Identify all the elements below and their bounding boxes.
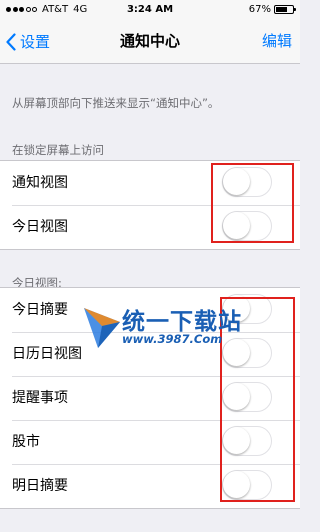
toggle-knob	[223, 471, 250, 498]
today-view-group: 今日摘要 日历日视图 提醒事项 股市 明日摘要	[0, 287, 300, 509]
tomorrow-summary-toggle[interactable]	[222, 470, 272, 500]
toggle-knob	[223, 383, 250, 410]
info-text: 从屏幕顶部向下推送来显示“通知中心”。	[12, 96, 220, 110]
battery-percent: 67%	[248, 4, 271, 15]
navigation-bar: 设置 通知中心 编辑	[0, 20, 300, 64]
lock-screen-group: 通知视图 今日视图	[0, 160, 300, 250]
row-label: 提醒事项	[12, 390, 68, 406]
list-item-today-view: 今日视图	[0, 205, 300, 249]
back-button-label: 设置	[20, 33, 51, 51]
edit-button[interactable]: 编辑	[262, 20, 292, 63]
toggle-knob	[223, 427, 250, 454]
section-header-lock-screen: 在锁定屏幕上访问	[12, 143, 104, 157]
stocks-toggle[interactable]	[222, 426, 272, 456]
calendar-day-view-toggle[interactable]	[222, 338, 272, 368]
list-item-notifications-view: 通知视图	[0, 161, 300, 205]
toggle-knob	[223, 295, 250, 322]
list-item-reminders: 提醒事项	[0, 376, 300, 420]
toggle-knob	[223, 168, 250, 195]
row-label: 明日摘要	[12, 478, 68, 494]
toggle-knob	[223, 339, 250, 366]
toggle-knob	[223, 212, 250, 239]
list-item-stocks: 股市	[0, 420, 300, 464]
row-label: 今日视图	[12, 219, 68, 235]
row-label: 股市	[12, 434, 40, 450]
back-button[interactable]: 设置	[6, 20, 50, 63]
row-label: 通知视图	[12, 175, 68, 191]
battery-icon	[274, 5, 296, 14]
status-bar: AT&T 4G 3:24 AM 67%	[0, 0, 300, 20]
today-summary-toggle[interactable]	[222, 294, 272, 324]
row-label: 今日摘要	[12, 302, 68, 318]
row-label: 日历日视图	[12, 346, 82, 362]
list-item-calendar-day-view: 日历日视图	[0, 332, 300, 376]
list-item-today-summary: 今日摘要	[0, 288, 300, 332]
chevron-left-icon	[6, 32, 16, 51]
notifications-view-toggle[interactable]	[222, 167, 272, 197]
list-item-tomorrow-summary: 明日摘要	[0, 464, 300, 508]
reminders-toggle[interactable]	[222, 382, 272, 412]
today-view-toggle[interactable]	[222, 211, 272, 241]
